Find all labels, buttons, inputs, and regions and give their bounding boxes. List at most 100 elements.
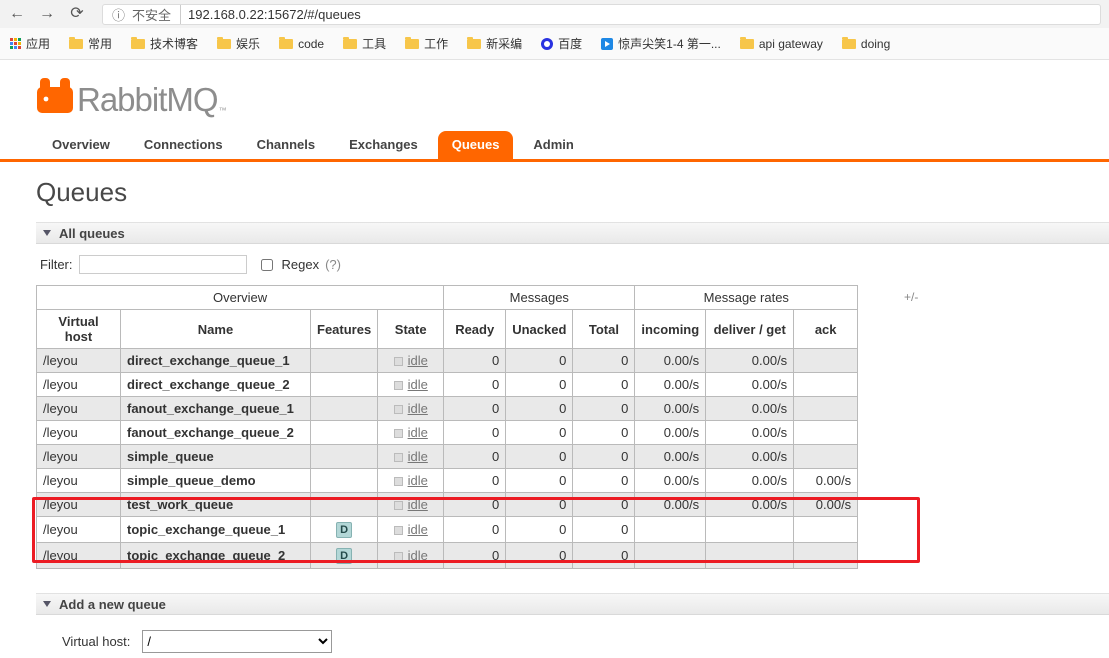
bookmarks-bar: 应用 常用 技术博客 娱乐 code 工具 工作 新采编 百度 惊声尖笑1-4 第一... api … bbox=[0, 28, 1109, 60]
durable-badge: D bbox=[336, 522, 352, 538]
tab-queues[interactable]: Queues bbox=[438, 131, 514, 159]
tab-overview[interactable]: Overview bbox=[38, 131, 124, 159]
state-link[interactable]: idle bbox=[408, 425, 428, 440]
bookmark-item[interactable]: code bbox=[279, 37, 324, 51]
tab-admin[interactable]: Admin bbox=[519, 131, 587, 159]
column-header[interactable]: Total bbox=[573, 310, 635, 349]
section-label: Add a new queue bbox=[59, 597, 166, 612]
cell-queue-name[interactable]: direct_exchange_queue_2 bbox=[121, 373, 311, 397]
regex-checkbox[interactable] bbox=[261, 259, 273, 271]
folder-icon bbox=[467, 39, 481, 49]
folder-icon bbox=[842, 39, 856, 49]
tab-exchanges[interactable]: Exchanges bbox=[335, 131, 432, 159]
cell-queue-name[interactable]: direct_exchange_queue_1 bbox=[121, 349, 311, 373]
add-queue-section-header[interactable]: Add a new queue bbox=[36, 593, 1109, 615]
cell-queue-name[interactable]: test_work_queue bbox=[121, 493, 311, 517]
info-icon[interactable]: ⓘ bbox=[112, 5, 125, 24]
cell-total: 0 bbox=[573, 445, 635, 469]
bookmark-item[interactable]: 百度 bbox=[541, 35, 582, 52]
cell-ready: 0 bbox=[444, 517, 506, 543]
security-label: 不安全 bbox=[132, 5, 181, 24]
column-header[interactable]: ack bbox=[794, 310, 858, 349]
tab-connections[interactable]: Connections bbox=[130, 131, 237, 159]
column-header[interactable]: Unacked bbox=[506, 310, 573, 349]
column-toggle[interactable]: +/- bbox=[904, 290, 918, 304]
bookmark-item[interactable]: 工具 bbox=[343, 35, 386, 52]
cell-features bbox=[311, 469, 378, 493]
state-link[interactable]: idle bbox=[408, 449, 428, 464]
state-link[interactable]: idle bbox=[408, 548, 428, 563]
cell-queue-name[interactable]: fanout_exchange_queue_1 bbox=[121, 397, 311, 421]
cell-deliver-get: 0.00/s bbox=[706, 349, 794, 373]
bookmark-label: 工具 bbox=[362, 35, 386, 52]
all-queues-section-header[interactable]: All queues bbox=[36, 222, 1109, 244]
cell-state: idle bbox=[378, 445, 444, 469]
cell-deliver-get: 0.00/s bbox=[706, 397, 794, 421]
bookmark-item[interactable]: 应用 bbox=[10, 35, 50, 52]
column-header[interactable]: Features bbox=[311, 310, 378, 349]
forward-icon[interactable]: → bbox=[38, 6, 56, 22]
refresh-icon[interactable]: ⟳ bbox=[68, 6, 86, 22]
rabbitmq-logo[interactable]: RabbitMQ ™ bbox=[36, 73, 1109, 115]
cell-ack: 0.00/s bbox=[794, 469, 858, 493]
address-bar[interactable]: ⓘ 不安全 192.168.0.22:15672/#/queues bbox=[102, 4, 1101, 25]
cell-unacked: 0 bbox=[506, 373, 573, 397]
cell-vhost: /leyou bbox=[37, 349, 121, 373]
queues-table-body: /leyoudirect_exchange_queue_1idle0000.00… bbox=[37, 349, 858, 569]
vhost-select[interactable]: / bbox=[142, 630, 332, 653]
bookmark-item[interactable]: doing bbox=[842, 37, 890, 51]
page-content: RabbitMQ ™ OverviewConnectionsChannelsEx… bbox=[0, 73, 1109, 653]
state-link[interactable]: idle bbox=[408, 473, 428, 488]
state-link[interactable]: idle bbox=[408, 497, 428, 512]
column-header[interactable]: deliver / get bbox=[706, 310, 794, 349]
bookmark-item[interactable]: 新采编 bbox=[467, 35, 522, 52]
column-header[interactable]: Ready bbox=[444, 310, 506, 349]
bookmark-item[interactable]: 技术博客 bbox=[131, 35, 198, 52]
state-link[interactable]: idle bbox=[408, 401, 428, 416]
cell-queue-name[interactable]: topic_exchange_queue_1 bbox=[121, 517, 311, 543]
state-indicator bbox=[394, 501, 403, 510]
cell-queue-name[interactable]: simple_queue_demo bbox=[121, 469, 311, 493]
site-video-icon bbox=[601, 38, 613, 50]
cell-vhost: /leyou bbox=[37, 517, 121, 543]
cell-vhost: /leyou bbox=[37, 397, 121, 421]
column-header[interactable]: Virtual host bbox=[37, 310, 121, 349]
regex-label: Regex bbox=[282, 257, 320, 272]
back-icon[interactable]: ← bbox=[8, 6, 26, 22]
cell-state: idle bbox=[378, 397, 444, 421]
group-header: Message rates bbox=[635, 286, 858, 310]
cell-ack bbox=[794, 421, 858, 445]
cell-total: 0 bbox=[573, 397, 635, 421]
cell-ready: 0 bbox=[444, 445, 506, 469]
cell-queue-name[interactable]: topic_exchange_queue_2 bbox=[121, 543, 311, 569]
queues-table: OverviewMessagesMessage rates Virtual ho… bbox=[36, 285, 858, 569]
cell-features bbox=[311, 349, 378, 373]
filter-row: Filter: Regex (?) bbox=[40, 255, 1109, 274]
folder-icon bbox=[343, 39, 357, 49]
bookmark-item[interactable]: 惊声尖笑1-4 第一... bbox=[601, 35, 721, 52]
tab-channels[interactable]: Channels bbox=[243, 131, 330, 159]
bookmark-item[interactable]: api gateway bbox=[740, 37, 823, 51]
filter-input[interactable] bbox=[79, 255, 247, 274]
column-header[interactable]: State bbox=[378, 310, 444, 349]
cell-queue-name[interactable]: fanout_exchange_queue_2 bbox=[121, 421, 311, 445]
bookmark-label: 百度 bbox=[558, 35, 582, 52]
bookmark-item[interactable]: 娱乐 bbox=[217, 35, 260, 52]
state-indicator bbox=[394, 453, 403, 462]
bookmark-item[interactable]: 工作 bbox=[405, 35, 448, 52]
cell-ready: 0 bbox=[444, 373, 506, 397]
state-link[interactable]: idle bbox=[408, 377, 428, 392]
bookmark-label: 工作 bbox=[424, 35, 448, 52]
regex-help-link[interactable]: (?) bbox=[325, 257, 341, 272]
group-header-row: OverviewMessagesMessage rates bbox=[37, 286, 858, 310]
bookmark-item[interactable]: 常用 bbox=[69, 35, 112, 52]
column-header[interactable]: Name bbox=[121, 310, 311, 349]
column-header[interactable]: incoming bbox=[635, 310, 706, 349]
state-link[interactable]: idle bbox=[408, 353, 428, 368]
state-link[interactable]: idle bbox=[408, 522, 428, 537]
queue-row: /leyoutest_work_queueidle0000.00/s0.00/s… bbox=[37, 493, 858, 517]
cell-deliver-get: 0.00/s bbox=[706, 373, 794, 397]
cell-queue-name[interactable]: simple_queue bbox=[121, 445, 311, 469]
bookmark-label: 技术博客 bbox=[150, 35, 198, 52]
url-text[interactable]: 192.168.0.22:15672/#/queues bbox=[188, 7, 361, 22]
